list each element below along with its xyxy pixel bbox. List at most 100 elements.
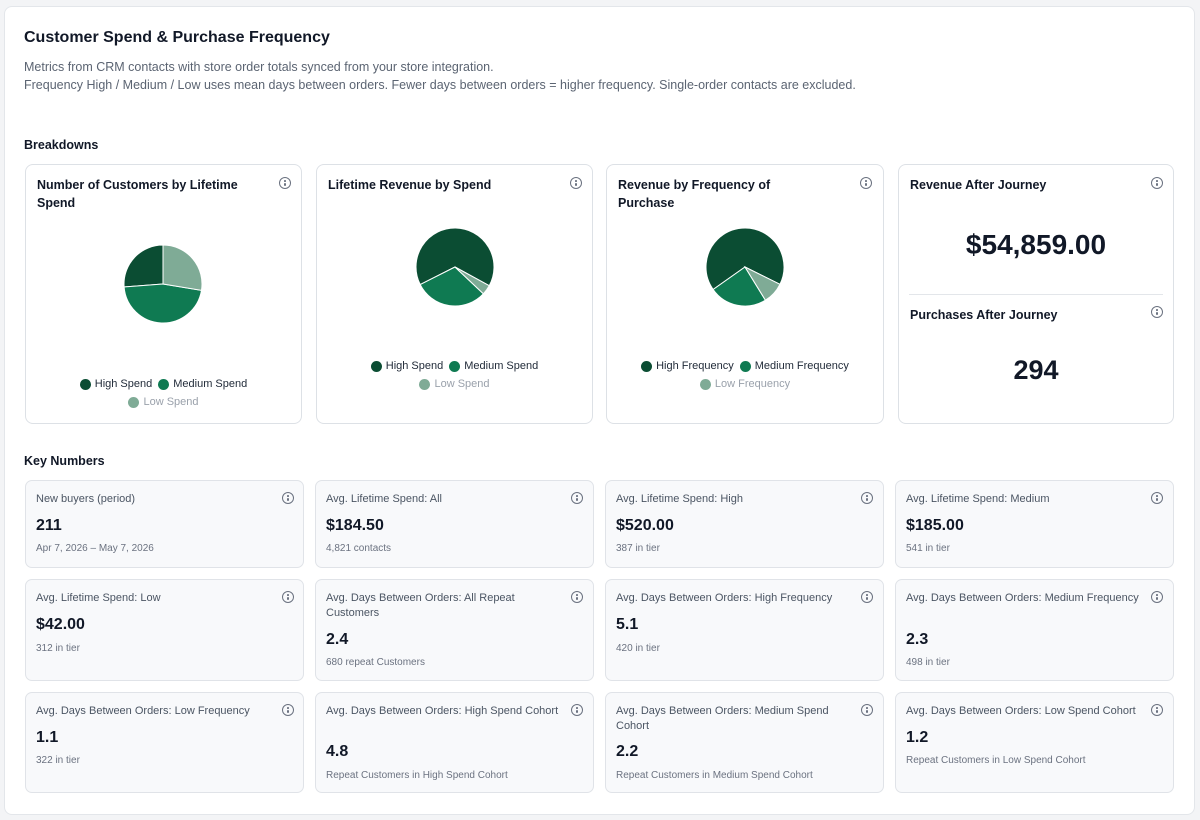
key-number-card: Avg. Days Between Orders: High Spend Coh… [315, 692, 594, 793]
key-number-label: Avg. Days Between Orders: All Repeat Cus… [326, 592, 515, 619]
key-number-card: Avg. Days Between Orders: Low Spend Coho… [895, 692, 1174, 793]
key-number-value: 2.4 [326, 631, 349, 648]
legend-swatch [641, 361, 653, 372]
card-title: Revenue by Frequency of Purchase [618, 178, 771, 210]
purchases-after-journey-value: 294 [1013, 355, 1059, 385]
journey-card: Revenue After Journey $54,859.00 Purchas… [898, 164, 1174, 424]
key-number-value: 2.3 [906, 631, 929, 648]
key-number-value: 1.1 [36, 729, 59, 746]
info-icon[interactable] [571, 492, 583, 504]
pie-slice-high-spend[interactable] [123, 244, 164, 288]
purchases-after-journey-title: Purchases After Journey [910, 308, 1058, 322]
info-icon[interactable] [1151, 306, 1163, 318]
legend-swatch [370, 361, 382, 372]
pie-legend: High Spend Medium Spend Low Spend [317, 359, 592, 395]
key-number-label: Avg. Days Between Orders: Low Spend Coho… [906, 705, 1136, 717]
key-number-label: Avg. Lifetime Spend: All [326, 493, 442, 505]
info-icon[interactable] [1151, 591, 1163, 603]
key-number-card: Avg. Days Between Orders: Medium Spend C… [605, 692, 884, 793]
key-number-label: Avg. Days Between Orders: Medium Frequen… [906, 592, 1139, 604]
revenue-after-journey-value: $54,859.00 [965, 229, 1107, 260]
revenue-by-spend-card: Lifetime Revenue by Spend High Spend Medi… [316, 164, 593, 424]
key-number-caption: Repeat Customers in Low Spend Cohort [906, 755, 1086, 766]
key-number-label: Avg. Lifetime Spend: High [616, 493, 743, 505]
key-number-card: Avg. Lifetime Spend: All $184.50 4,821 c… [315, 480, 594, 568]
key-number-label: Avg. Days Between Orders: High Spend Coh… [326, 705, 559, 717]
legend-item-medium-spend[interactable]: Medium Spend [449, 359, 538, 374]
key-number-caption: Repeat Customers in Medium Spend Cohort [616, 770, 813, 781]
key-number-label: Avg. Days Between Orders: Low Frequency [36, 705, 250, 717]
legend-swatch [699, 379, 711, 390]
info-icon[interactable] [1151, 492, 1163, 504]
legend-swatch [419, 379, 431, 390]
legend-item-high-frequency[interactable]: High Frequency [641, 359, 734, 374]
key-number-caption: 420 in tier [616, 643, 660, 654]
info-icon[interactable] [861, 492, 873, 504]
info-icon[interactable] [570, 177, 582, 189]
key-number-value: $520.00 [616, 517, 674, 534]
key-number-label: Avg. Lifetime Spend: Medium [906, 493, 1050, 505]
legend-item-medium-spend[interactable]: Medium Spend [158, 377, 247, 392]
legend-swatch [158, 379, 170, 390]
key-number-card: Avg. Days Between Orders: Medium Frequen… [895, 579, 1174, 681]
info-icon[interactable] [860, 177, 872, 189]
page-description-line-2: Frequency High / Medium / Low uses mean … [24, 78, 856, 92]
key-number-value: 4.8 [326, 743, 349, 760]
key-number-caption: 680 repeat Customers [326, 657, 425, 668]
legend-item-low-frequency[interactable]: Low Frequency [699, 377, 790, 392]
key-number-label: New buyers (period) [36, 493, 136, 505]
legend-swatch [449, 361, 461, 372]
key-number-value: 211 [36, 517, 62, 534]
info-icon[interactable] [861, 704, 873, 716]
legend-swatch [79, 379, 91, 390]
key-number-card: Avg. Days Between Orders: All Repeat Cus… [315, 579, 594, 681]
legend-swatch [128, 397, 140, 408]
key-number-value: $184.50 [326, 517, 384, 534]
revenue-by-frequency-card: Revenue by Frequency of Purchase High Fr… [606, 164, 884, 424]
divider [909, 294, 1163, 295]
key-number-caption: 4,821 contacts [326, 543, 392, 554]
info-icon[interactable] [571, 591, 583, 603]
key-number-card: Avg. Lifetime Spend: Medium $185.00 541 … [895, 480, 1174, 568]
key-numbers-heading: Key Numbers [24, 454, 105, 468]
info-icon[interactable] [282, 704, 294, 716]
legend-item-high-spend[interactable]: High Spend [79, 377, 152, 392]
legend-item-high-spend[interactable]: High Spend [370, 359, 443, 374]
info-icon[interactable] [1151, 704, 1163, 716]
info-icon[interactable] [282, 591, 294, 603]
key-number-caption: 498 in tier [906, 657, 950, 668]
key-number-label: Avg. Days Between Orders: Medium Spend C… [616, 705, 829, 732]
key-number-caption: Repeat Customers in High Spend Cohort [326, 770, 508, 781]
pie-slice-medium-spend[interactable] [123, 283, 203, 324]
page-description-line-1: Metrics from CRM contacts with store ord… [24, 60, 494, 74]
breakdowns-heading: Breakdowns [24, 138, 99, 152]
info-icon[interactable] [1151, 177, 1163, 189]
revenue-by-spend-pie [415, 227, 495, 307]
key-number-card: Avg. Days Between Orders: Low Frequency … [25, 692, 304, 793]
customers-by-spend-pie [123, 244, 203, 324]
legend-item-low-spend[interactable]: Low Spend [419, 377, 490, 392]
key-number-card: New buyers (period) 211 Apr 7, 2026 – Ma… [25, 480, 304, 568]
key-number-label: Avg. Days Between Orders: High Frequency [616, 592, 833, 604]
card-title: Lifetime Revenue by Spend [328, 178, 492, 192]
info-icon[interactable] [571, 704, 583, 716]
info-icon[interactable] [282, 492, 294, 504]
key-number-value: 2.2 [616, 743, 639, 760]
info-icon[interactable] [279, 177, 291, 189]
pie-slice-low-spend[interactable] [162, 244, 203, 291]
key-number-value: 1.2 [906, 729, 929, 746]
legend-item-medium-frequency[interactable]: Medium Frequency [739, 359, 849, 374]
customers-by-spend-card: Number of Customers by Lifetime Spend Hi… [25, 164, 302, 424]
key-number-caption: 387 in tier [616, 543, 660, 554]
revenue-by-frequency-pie [705, 227, 785, 307]
page-title: Customer Spend & Purchase Frequency [24, 29, 330, 46]
key-number-value: $185.00 [906, 517, 964, 534]
key-number-card: Avg. Lifetime Spend: High $520.00 387 in… [605, 480, 884, 568]
pie-legend: High Spend Medium Spend Low Spend [26, 377, 301, 413]
key-number-card: Avg. Days Between Orders: High Frequency… [605, 579, 884, 681]
info-icon[interactable] [861, 591, 873, 603]
key-number-value: $42.00 [36, 616, 85, 633]
key-number-caption: 312 in tier [36, 643, 80, 654]
card-title: Number of Customers by Lifetime Spend [37, 178, 238, 210]
legend-item-low-spend[interactable]: Low Spend [128, 395, 199, 410]
